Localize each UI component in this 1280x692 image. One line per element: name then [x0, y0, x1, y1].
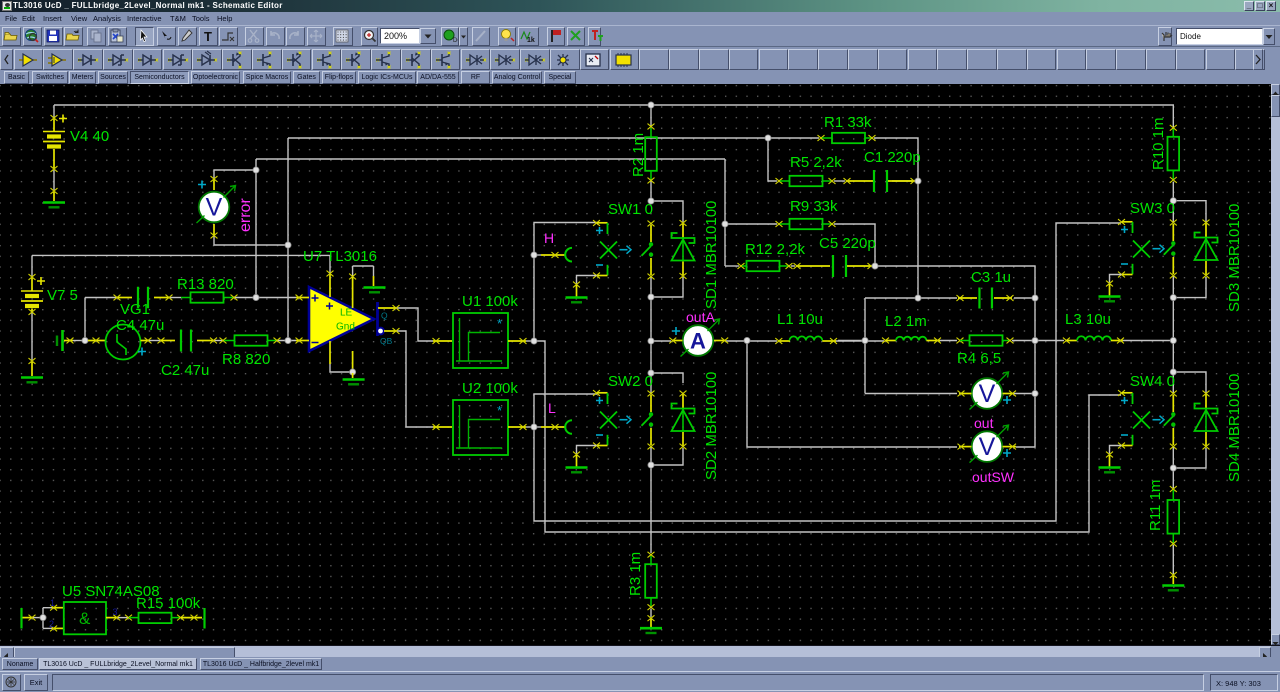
svg-text:R2 1m: R2 1m: [630, 133, 647, 177]
svg-text:L3 10u: L3 10u: [1065, 311, 1111, 328]
svg-text:U1 100k: U1 100k: [462, 293, 518, 310]
svg-text:Q: Q: [381, 311, 388, 321]
svg-text:SD1 MBR10100: SD1 MBR10100: [703, 201, 720, 309]
svg-text:R13 820: R13 820: [177, 276, 234, 293]
svg-text:out: out: [974, 415, 994, 431]
svg-text:outA: outA: [686, 309, 715, 325]
svg-text:L2 1m: L2 1m: [885, 313, 927, 330]
svg-text:LE: LE: [340, 308, 353, 319]
svg-text:V4 40: V4 40: [70, 128, 109, 145]
svg-text:1: 1: [50, 598, 55, 608]
svg-text:C2 47u: C2 47u: [161, 362, 209, 379]
svg-text:R4 6,5: R4 6,5: [957, 350, 1001, 367]
svg-text:*: *: [497, 403, 502, 418]
svg-text:U7 TL3016: U7 TL3016: [303, 248, 377, 265]
svg-text:error: error: [237, 198, 254, 232]
svg-text:C4 47u: C4 47u: [116, 317, 164, 334]
svg-text:C3 1u: C3 1u: [971, 269, 1011, 286]
svg-text:R10 1m: R10 1m: [1150, 117, 1167, 170]
svg-text:R5 2,2k: R5 2,2k: [790, 154, 842, 171]
svg-text:SW4 0: SW4 0: [1130, 373, 1175, 390]
svg-text:1k: 1k: [527, 37, 535, 44]
svg-text:3: 3: [113, 607, 118, 617]
svg-text:H: H: [544, 230, 554, 246]
svg-text:DC: DC: [453, 38, 458, 44]
svg-text:T: T: [204, 29, 212, 44]
svg-text:A: A: [690, 329, 706, 354]
svg-text:SD2 MBR10100: SD2 MBR10100: [703, 372, 720, 480]
svg-text:SD3 MBR10100: SD3 MBR10100: [1226, 204, 1243, 312]
svg-text:SW1 0: SW1 0: [608, 201, 653, 218]
svg-text:outSW: outSW: [972, 469, 1015, 485]
svg-text:V: V: [979, 380, 996, 408]
svg-text:*: *: [497, 316, 502, 331]
svg-text:VG1: VG1: [120, 301, 150, 318]
svg-text:R1 33k: R1 33k: [824, 114, 872, 131]
svg-text:Gnd: Gnd: [336, 322, 355, 333]
svg-text:L: L: [548, 400, 556, 416]
svg-text:R12 2,2k: R12 2,2k: [745, 241, 806, 258]
svg-text:L1 10u: L1 10u: [777, 311, 823, 328]
svg-text:U2 100k: U2 100k: [462, 380, 518, 397]
svg-text:R8 820: R8 820: [222, 351, 270, 368]
svg-text:V: V: [206, 194, 223, 222]
svg-text:QB: QB: [380, 336, 393, 346]
svg-text:C1 220p: C1 220p: [864, 149, 921, 166]
svg-text:R11 1m: R11 1m: [1147, 480, 1164, 531]
svg-text:SW3 0: SW3 0: [1130, 200, 1175, 217]
svg-text:SW2 0: SW2 0: [608, 373, 653, 390]
svg-text:V: V: [979, 433, 996, 461]
svg-text:V7 5: V7 5: [47, 287, 78, 304]
svg-text:SD4 MBR10100: SD4 MBR10100: [1226, 374, 1243, 482]
svg-text:R15 100k: R15 100k: [136, 595, 201, 612]
svg-text:2: 2: [49, 619, 54, 629]
svg-text:R9 33k: R9 33k: [790, 198, 838, 215]
svg-text:R3 1m: R3 1m: [627, 552, 644, 596]
svg-text:C5 220p: C5 220p: [819, 235, 876, 252]
svg-text:&: &: [79, 609, 91, 628]
